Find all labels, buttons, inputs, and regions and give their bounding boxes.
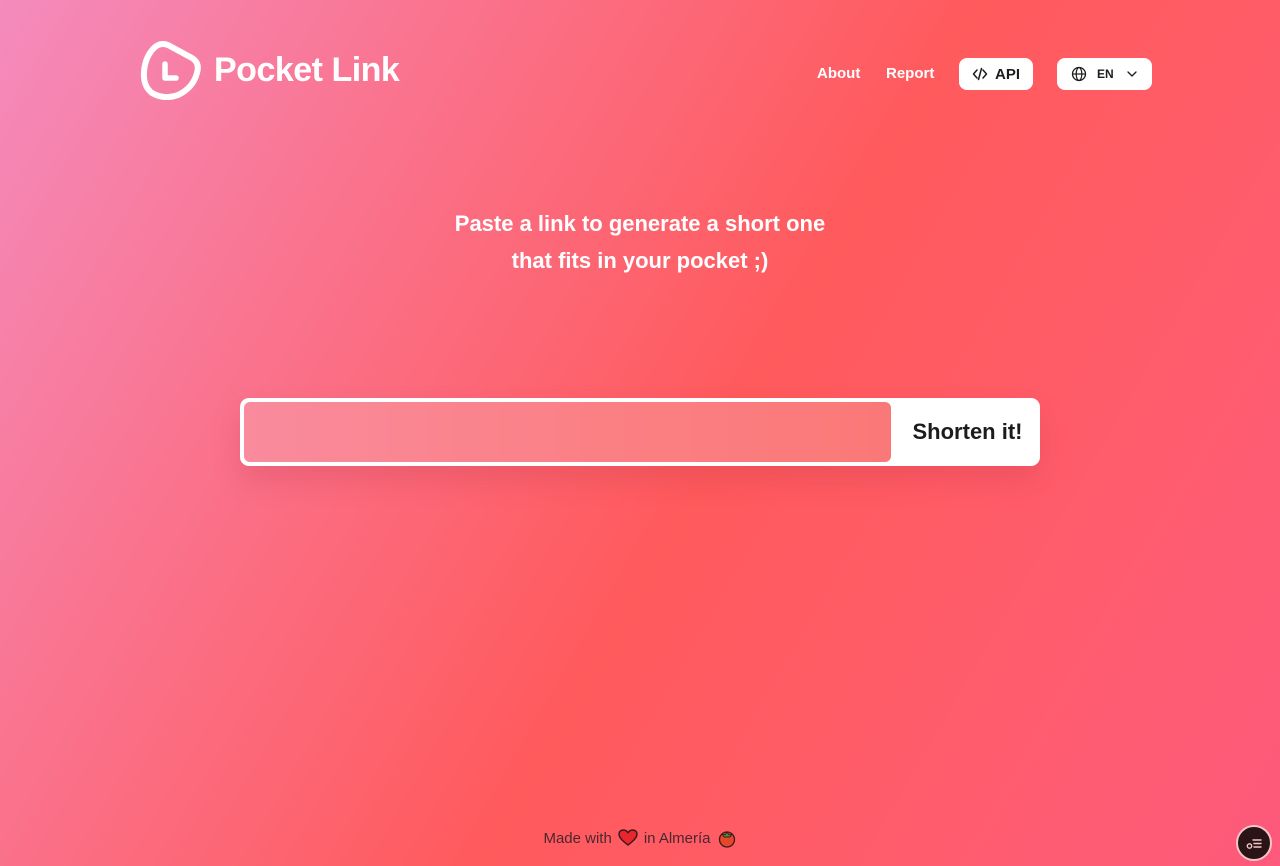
url-input[interactable]: [244, 402, 891, 462]
logo[interactable]: Pocket Link: [140, 40, 400, 100]
tomato-icon: [718, 831, 735, 848]
logo-text: Pocket Link: [214, 50, 400, 89]
tagline-line-2: that fits in your pocket ;): [511, 248, 769, 273]
settings-toggle-button[interactable]: [1236, 825, 1272, 861]
shorten-form: Shorten it!: [240, 398, 1040, 466]
footer-location: in Almería: [643, 829, 711, 847]
language-selector[interactable]: EN: [1057, 58, 1152, 90]
pocket-link-logo-icon: [140, 41, 201, 100]
globe-icon: [1071, 66, 1087, 82]
nav-report-link[interactable]: Report: [886, 64, 934, 84]
shorten-button[interactable]: Shorten it!: [895, 398, 1040, 466]
chevron-down-icon: [1127, 71, 1137, 77]
api-button-label: API: [994, 65, 1020, 83]
heart-icon: [618, 829, 638, 846]
settings-toggle-icon: [1246, 839, 1262, 849]
footer: Made with in Almería: [0, 826, 1280, 850]
language-label: EN: [1097, 67, 1114, 81]
footer-made-with: Made with: [543, 829, 612, 847]
api-button[interactable]: API: [959, 58, 1033, 90]
nav-about-link[interactable]: About: [817, 64, 860, 84]
tagline-line-1: Paste a link to generate a short one: [454, 211, 826, 236]
tagline: Paste a link to generate a short one tha…: [0, 205, 1280, 279]
code-icon: [972, 67, 988, 81]
